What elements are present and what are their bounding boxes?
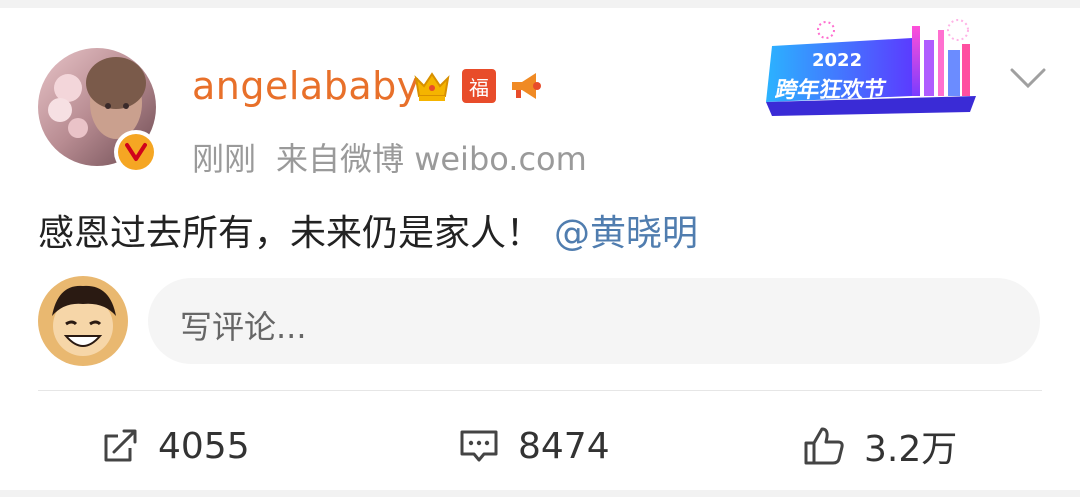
- post-meta: 刚刚 来自微博 weibo.com: [192, 134, 587, 180]
- mention-link[interactable]: @黄晓明: [554, 213, 698, 254]
- banner-year: 2022: [812, 50, 863, 71]
- megaphone-icon[interactable]: [506, 68, 546, 104]
- banner-title: 跨年狂欢节: [773, 78, 888, 103]
- fu-badge[interactable]: 福: [462, 69, 496, 103]
- chevron-down-icon[interactable]: [1008, 66, 1048, 90]
- author-username[interactable]: angelababy: [192, 64, 420, 108]
- repost-icon: [104, 429, 137, 462]
- post-body: 感恩过去所有，未来仍是家人！: [38, 213, 543, 254]
- current-user-avatar[interactable]: [38, 276, 128, 366]
- thumbs-up-icon: [804, 427, 844, 465]
- user-badges: 福: [412, 68, 546, 104]
- comment-icon: [460, 430, 498, 462]
- verified-icon: [125, 143, 147, 161]
- comment-count: 8474: [518, 425, 610, 467]
- new-year-banner[interactable]: 2022 跨年狂欢节: [762, 16, 986, 124]
- post-content: 感恩过去所有，未来仍是家人！ @黄晓明: [38, 204, 698, 256]
- post-time: 刚刚: [192, 140, 257, 178]
- weibo-post-card: angelababy 福 刚刚 来自微博 weibo.com 2022 跨年狂欢…: [0, 8, 1080, 490]
- like-count: 3.2万: [864, 429, 958, 470]
- divider: [38, 390, 1042, 391]
- repost-count: 4055: [158, 425, 250, 467]
- like-button[interactable]: 3.2万: [802, 418, 957, 474]
- fu-badge-label: 福: [469, 75, 489, 100]
- comment-button[interactable]: 8474: [458, 418, 610, 474]
- comment-placeholder: 写评论...: [180, 308, 307, 346]
- post-source[interactable]: 来自微博 weibo.com: [276, 134, 587, 180]
- comment-input[interactable]: 写评论...: [148, 278, 1040, 364]
- crown-icon[interactable]: [412, 68, 452, 104]
- repost-button[interactable]: 4055: [100, 418, 250, 474]
- verified-badge: [114, 130, 158, 174]
